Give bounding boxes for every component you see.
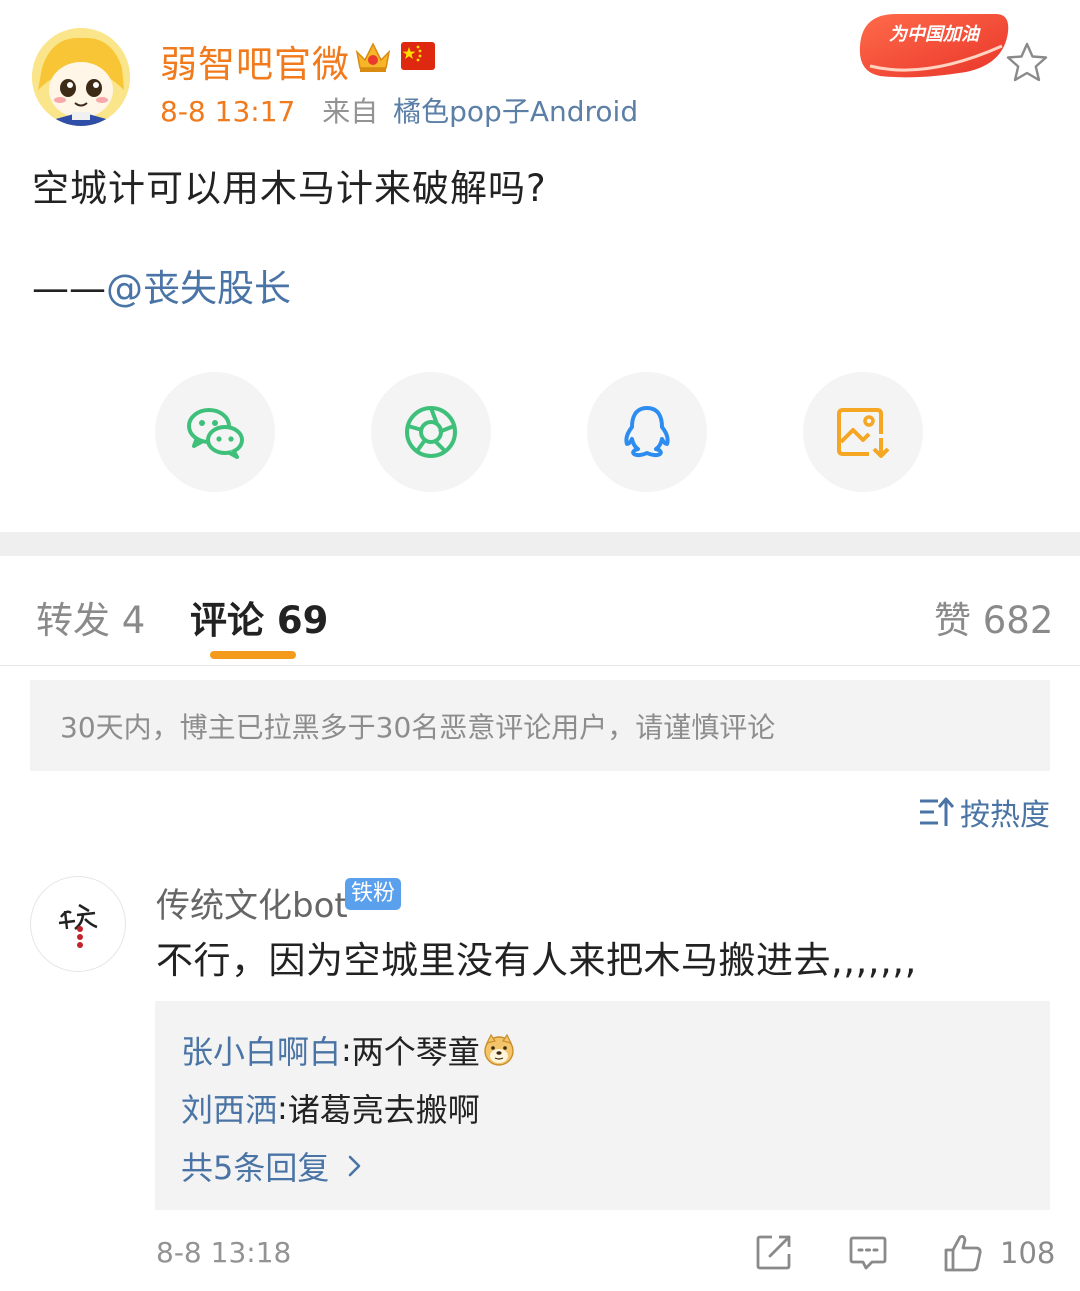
- source-device[interactable]: 橘色pop子Android: [393, 95, 638, 128]
- source-prefix: 来自: [322, 95, 379, 128]
- comment-time: 8-8 13:18: [156, 1236, 292, 1269]
- active-tab-indicator: [210, 651, 296, 659]
- post-content: 空城计可以用木马计来破解吗?: [32, 167, 547, 210]
- more-replies-label: 共5条回复: [181, 1149, 330, 1187]
- crown-icon: [355, 42, 391, 72]
- reply-separator: :: [277, 1089, 288, 1127]
- like-count: 108: [1000, 1236, 1056, 1270]
- post-time: 8-8 13:17: [160, 95, 296, 128]
- post-signature: ——@丧失股长: [32, 258, 291, 312]
- share-moments-button[interactable]: [371, 372, 491, 492]
- post-meta: 8-8 13:17 来自 橘色pop子Android: [160, 90, 638, 130]
- save-image-button[interactable]: [803, 372, 923, 492]
- reply-text: 两个琴童: [351, 1033, 480, 1071]
- fan-badge[interactable]: 铁粉: [345, 878, 402, 910]
- mention-link[interactable]: @丧失股长: [106, 267, 291, 310]
- tab-repost[interactable]: 转发 4: [36, 590, 145, 644]
- comment-text: 不行，因为空城里没有人来把木马搬进去,,,,,,,: [156, 939, 917, 982]
- like-icon[interactable]: [942, 1232, 984, 1274]
- more-replies-link[interactable]: 共5条回复: [181, 1143, 367, 1189]
- signature-dash: ——: [32, 267, 106, 310]
- sort-by-hot-button[interactable]: 按热度: [918, 792, 1050, 833]
- reply-item[interactable]: 刘西洒: 诸葛亮去搬啊: [181, 1085, 480, 1131]
- wechat-icon: [187, 408, 244, 459]
- author-name[interactable]: 弱智吧官微: [160, 34, 350, 88]
- cheer-badge-text: 为中国加油: [889, 24, 981, 45]
- reply-user[interactable]: 张小白啊白: [181, 1027, 341, 1073]
- save-image-icon: [837, 408, 890, 458]
- comment-notice: 30天内，博主已拉黑多于30名恶意评论用户，请谨慎评论: [30, 680, 1050, 771]
- qq-icon: [624, 406, 670, 458]
- author-avatar[interactable]: [32, 28, 130, 126]
- share-comment-icon[interactable]: [754, 1232, 794, 1272]
- share-wechat-button[interactable]: [155, 372, 275, 492]
- tabs-divider: [0, 665, 1080, 666]
- reply-separator: :: [341, 1031, 352, 1069]
- reply-text: 诸葛亮去搬啊: [287, 1091, 480, 1129]
- tab-comments[interactable]: 评论 69: [190, 590, 328, 644]
- commenter-avatar[interactable]: [30, 876, 126, 972]
- tab-likes[interactable]: 赞 682: [934, 590, 1053, 644]
- china-flag-icon: [401, 42, 435, 70]
- replies-box[interactable]: 张小白啊白: 两个琴童 刘西洒: 诸葛亮去搬啊 共5条回复: [155, 1001, 1050, 1210]
- moments-icon: [405, 406, 457, 458]
- doge-emoji-icon: [484, 1033, 514, 1066]
- sort-icon: [920, 797, 954, 826]
- chevron-right-icon: [349, 1155, 361, 1177]
- section-separator: [0, 532, 1080, 556]
- reply-comment-icon[interactable]: [848, 1232, 888, 1272]
- calligraphy-avatar: [58, 903, 98, 948]
- star-icon[interactable]: [1004, 40, 1050, 84]
- commenter-name[interactable]: 传统文化bot: [156, 878, 348, 927]
- sort-label: 按热度: [960, 798, 1050, 833]
- cheer-badge[interactable]: 为中国加油: [856, 6, 1012, 82]
- reply-user[interactable]: 刘西洒: [181, 1085, 277, 1131]
- avatar-illustration: [32, 28, 130, 126]
- share-qq-button[interactable]: [587, 372, 707, 492]
- reply-item[interactable]: 张小白啊白: 两个琴童: [181, 1027, 516, 1073]
